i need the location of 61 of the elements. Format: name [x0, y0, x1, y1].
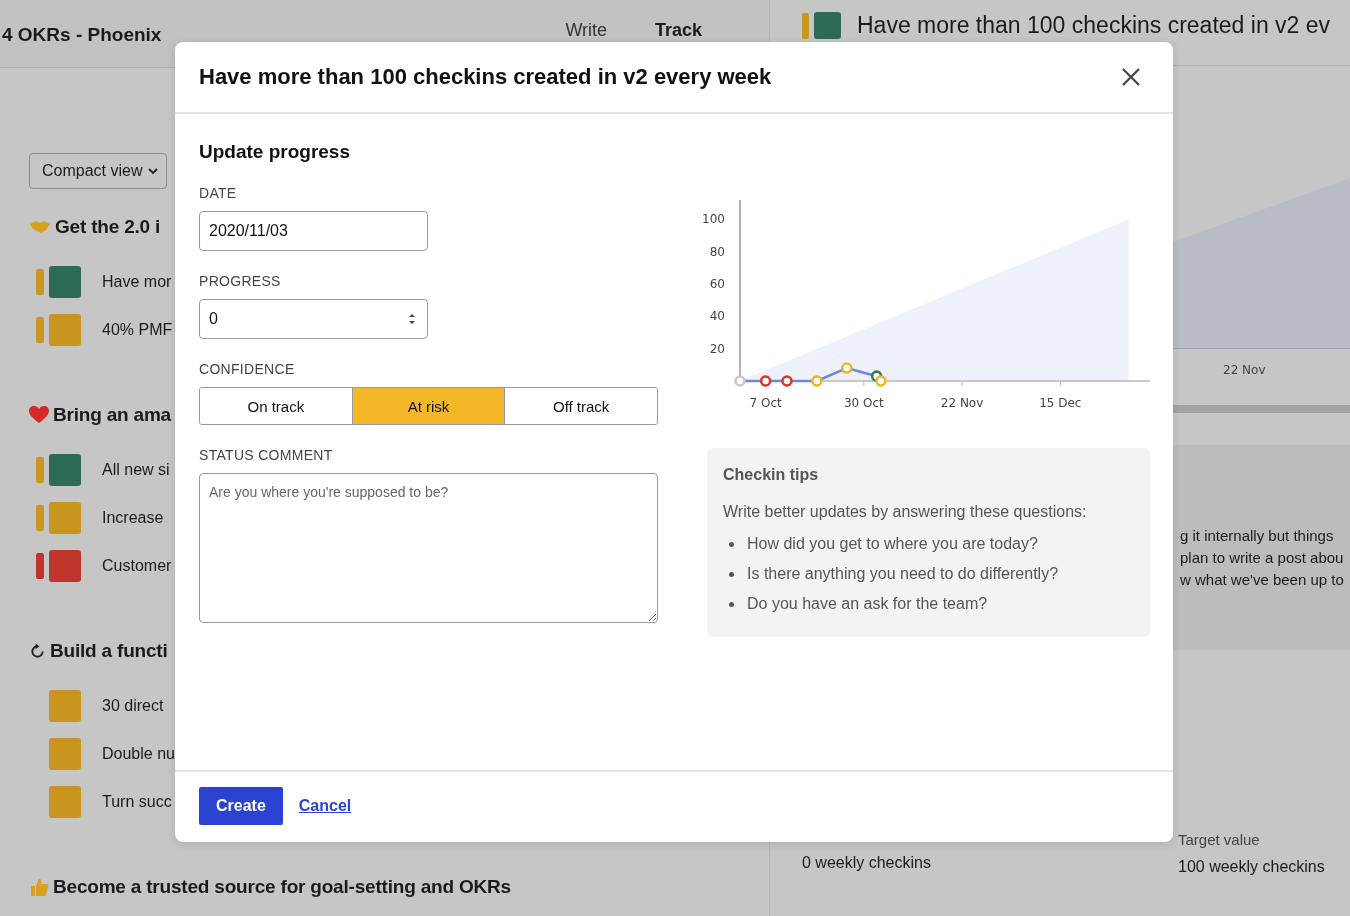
- progress-field[interactable]: 0: [199, 299, 428, 339]
- key-result-title[interactable]: Double nu: [102, 745, 175, 763]
- tab[interactable]: Track: [655, 20, 703, 41]
- key-result-title[interactable]: Increase: [102, 509, 164, 527]
- comment-field[interactable]: Are you where you're supposed to be?: [199, 473, 658, 623]
- spinner-icon[interactable]: [407, 312, 417, 326]
- axis-label: 22 Nov: [1223, 363, 1267, 377]
- x-tick-label: 7 Oct: [749, 396, 782, 410]
- bullet-icon: [729, 571, 734, 577]
- comment-text: plan to write a post abou: [1180, 548, 1345, 568]
- bullet-icon: [729, 541, 734, 547]
- x-tick-label: 30 Oct: [843, 396, 884, 410]
- key-result-title: Have more than 100 checkins created in v2 ev: [857, 12, 1331, 39]
- confidence-option[interactable]: At risk: [352, 388, 506, 424]
- close-icon[interactable]: [1121, 67, 1141, 87]
- field-label: DATE: [199, 185, 237, 201]
- board-title: 4 OKRs - Phoenix: [2, 24, 162, 46]
- handshake-icon: [29, 219, 51, 235]
- view-select[interactable]: Compact view: [29, 153, 167, 189]
- key-result-title[interactable]: 40% PMF: [102, 321, 173, 339]
- y-tick-label: 40: [709, 309, 725, 324]
- x-tick-label: 15 Dec: [1039, 396, 1082, 410]
- target-label: Target value: [1178, 831, 1261, 848]
- y-tick-label: 20: [709, 341, 725, 356]
- objective-title: Get the 2.0 i: [55, 216, 161, 238]
- bullet-icon: [729, 601, 734, 607]
- key-result-title[interactable]: All new si: [102, 461, 170, 479]
- create-button[interactable]: Create: [199, 787, 283, 825]
- objective-title: Bring an ama: [53, 404, 171, 426]
- field-label: PROGRESS: [199, 273, 281, 289]
- cancel-link[interactable]: Cancel: [298, 797, 352, 815]
- date-field[interactable]: 2020/11/03: [199, 211, 428, 251]
- tips-title: Checkin tips: [723, 466, 820, 484]
- dialog-title: Have more than 100 checkins created in v2 every week: [199, 64, 772, 90]
- key-result-title[interactable]: Have mor: [102, 273, 172, 291]
- objective-title: Build a functi: [50, 640, 168, 662]
- comment-text: w what we've been up to: [1180, 570, 1345, 590]
- heart-icon: [29, 406, 49, 424]
- field-label: STATUS COMMENT: [199, 447, 333, 463]
- section-heading: Update progress: [199, 140, 350, 164]
- tip-question: How did you get to where you are today?: [747, 535, 1038, 553]
- chevron-icon: [148, 167, 158, 175]
- comment-text: g it internally but things: [1180, 526, 1335, 546]
- key-result-title[interactable]: 30 direct: [102, 697, 164, 715]
- x-tick-label: 22 Nov: [940, 396, 984, 410]
- tip-question: Do you have an ask for the team?: [747, 595, 988, 613]
- objective-title: Become a trusted source for goal-setting and OKRs: [53, 876, 511, 898]
- field-label: CONFIDENCE: [199, 361, 295, 377]
- refresh-icon: [29, 642, 46, 660]
- tips-text: Write better updates by answering these questions:: [723, 503, 1088, 521]
- initial-value: 0 weekly checkins: [802, 854, 931, 871]
- target-value: 100 weekly checkins: [1178, 858, 1325, 876]
- y-tick-label: 80: [709, 244, 725, 259]
- tip-question: Is there anything you need to do differently?: [747, 565, 1059, 583]
- key-result-title[interactable]: Turn succ: [102, 793, 172, 811]
- y-tick-label: 60: [709, 277, 725, 292]
- thumbs-up-icon: [29, 877, 49, 897]
- key-result-title[interactable]: Customer: [102, 557, 172, 575]
- confidence-option[interactable]: On track: [200, 388, 353, 424]
- tab[interactable]: Write: [565, 20, 608, 41]
- y-tick-label: 100: [702, 212, 725, 227]
